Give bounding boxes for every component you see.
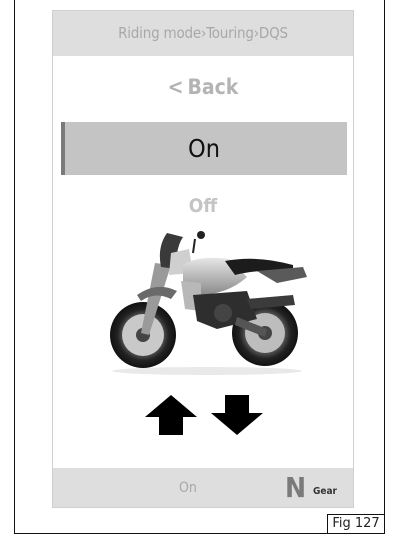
menu-item-on-selected[interactable]: On (61, 122, 347, 175)
dqs-status-value: On (179, 480, 197, 496)
breadcrumb: Riding mode›Touring›DQS (53, 11, 353, 56)
navigation-arrows (145, 395, 263, 435)
back-button[interactable]: < Back (53, 75, 353, 99)
gear-indicator: N (285, 471, 307, 504)
gear-label: Gear (313, 486, 337, 497)
status-bar: On N Gear (53, 468, 353, 507)
back-label: Back (187, 75, 239, 99)
menu-item-off[interactable]: Off (53, 195, 353, 217)
figure-caption: Fig 127 (327, 514, 384, 533)
arrow-down-icon[interactable] (211, 395, 263, 435)
arrow-up-icon[interactable] (145, 395, 197, 435)
menu-item-label: On (188, 134, 220, 163)
chevron-left-icon: < (167, 75, 184, 99)
motorcycle-image (110, 231, 307, 375)
dashboard-screen: Riding mode›Touring›DQS < Back On Off On… (52, 10, 354, 508)
